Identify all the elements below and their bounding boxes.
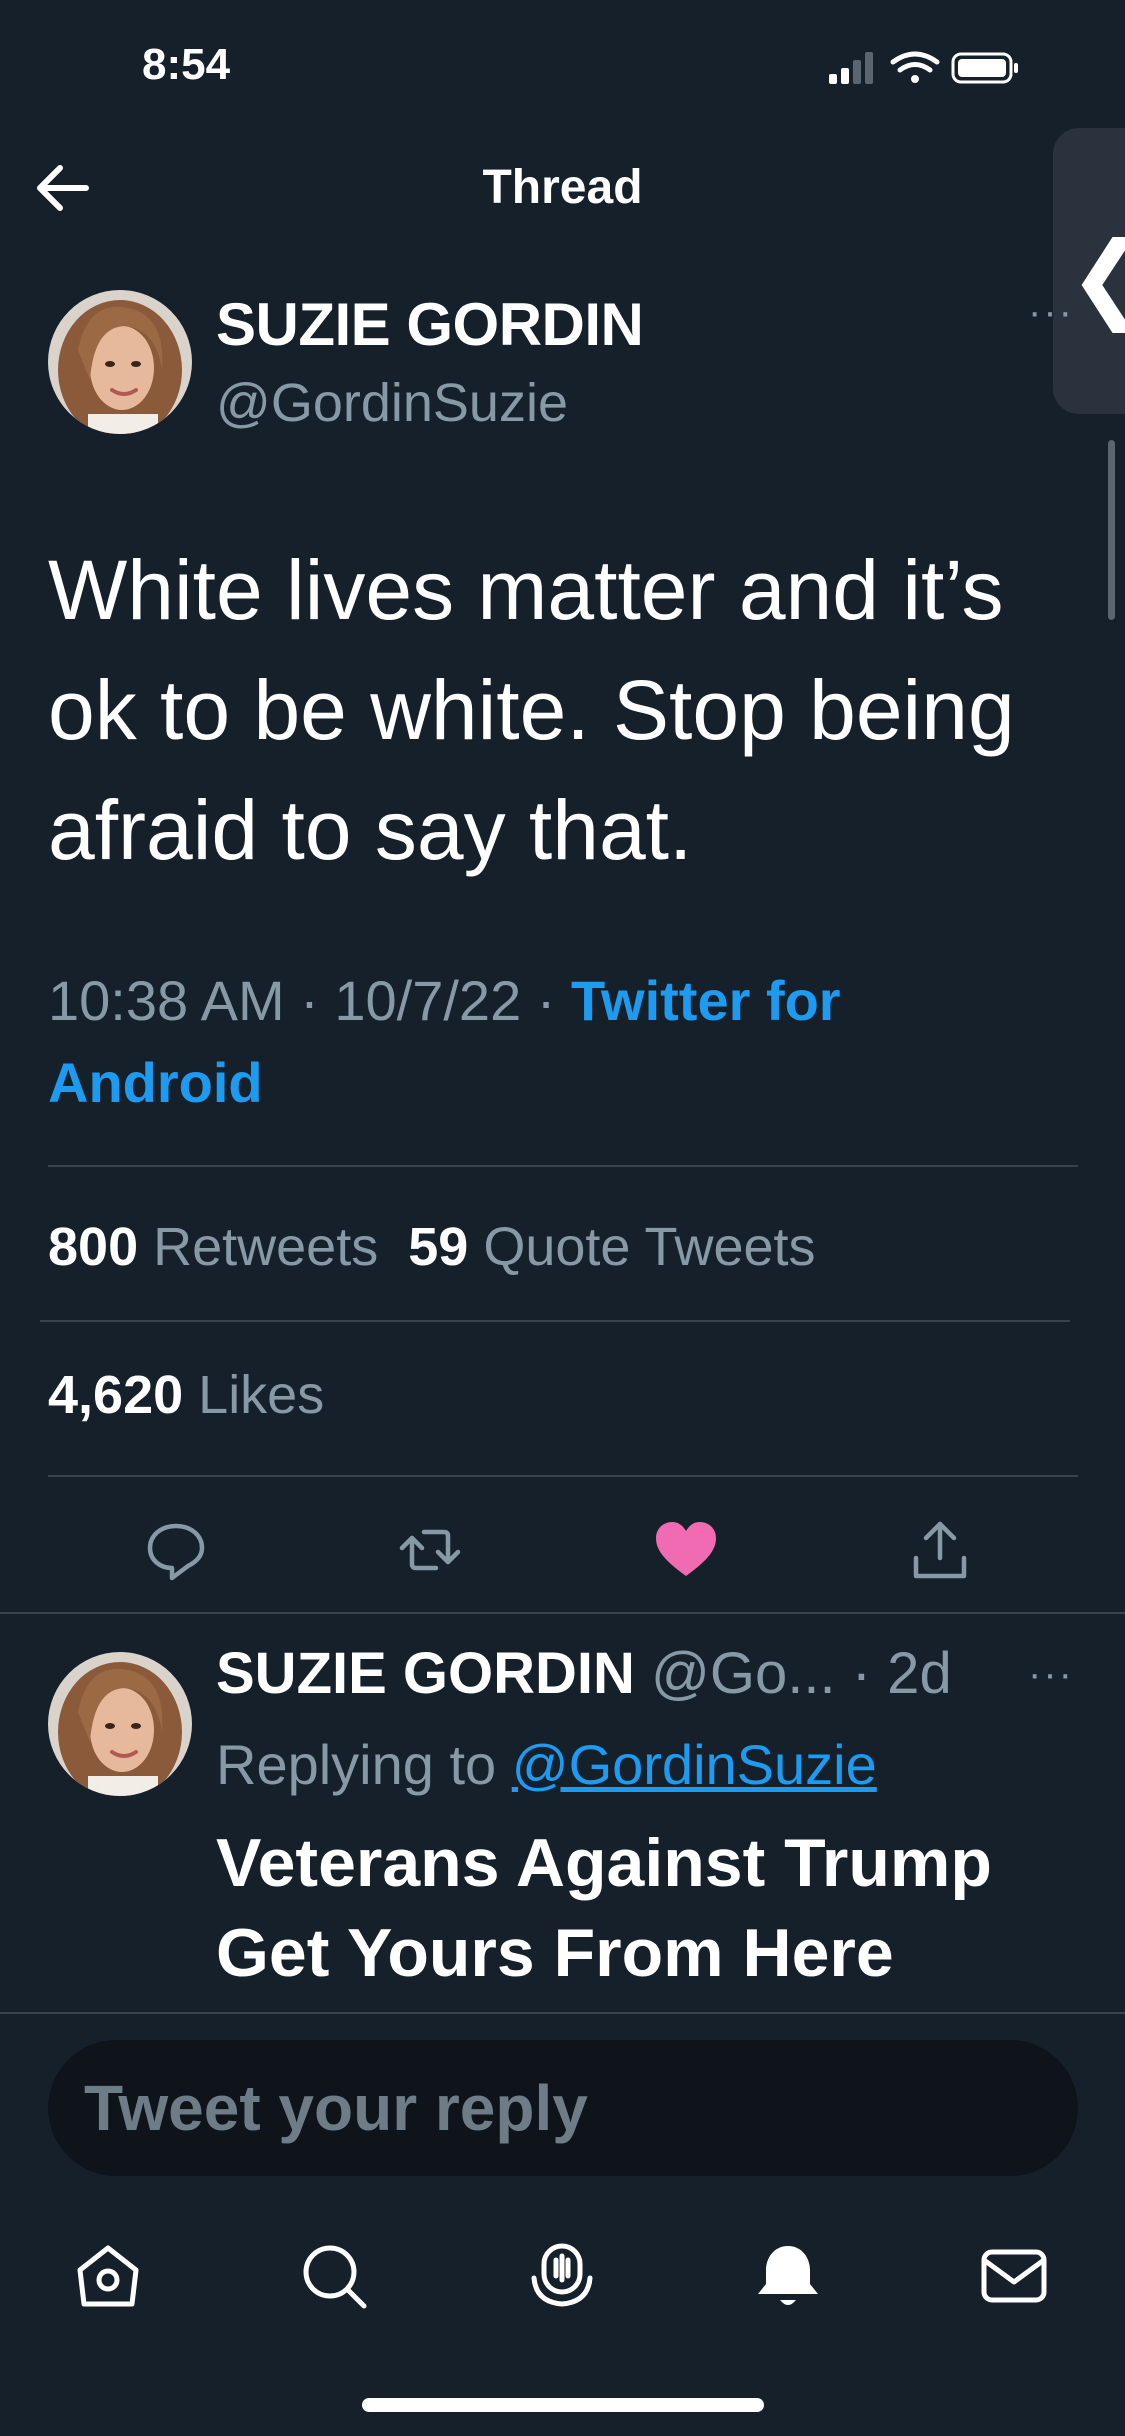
divider [0, 1612, 1125, 1614]
divider [40, 1320, 1070, 1322]
retweet-icon[interactable] [398, 1518, 462, 1582]
tweet-text: White lives matter and it’s ok to be whi… [48, 543, 1015, 877]
page-title: Thread [482, 161, 643, 214]
quotes-count: 59 [408, 1217, 469, 1277]
retweets-count: 800 [48, 1217, 139, 1277]
replying-mention-link[interactable]: @GordinSuzie [512, 1733, 877, 1796]
replying-to: Replying to @GordinSuzie [216, 1732, 877, 1797]
cellular-signal-icon [829, 52, 873, 84]
likes-label: Likes [198, 1365, 325, 1425]
divider [48, 1165, 1078, 1167]
reply-avatar[interactable] [48, 1652, 192, 1796]
home-indicator[interactable] [362, 2398, 764, 2412]
reply-handle-date[interactable]: @Go... · 2d [651, 1641, 952, 1706]
author-name[interactable]: SUZIE GORDIN [216, 290, 644, 359]
reply-text: Veterans Against Trump Get Yours From He… [216, 1825, 992, 1991]
battery-icon [951, 52, 1018, 84]
search-icon[interactable] [298, 2240, 370, 2312]
likes-stat[interactable]: 4,620 Likes [48, 1364, 324, 1426]
reply-header: SUZIE GORDIN @Go... · 2d [216, 1640, 952, 1707]
more-options-icon[interactable]: ··· [1028, 290, 1074, 335]
reply-author-name[interactable]: SUZIE GORDIN [216, 1641, 635, 1706]
replying-prefix: Replying to [216, 1733, 512, 1796]
spaces-icon[interactable] [526, 2240, 598, 2312]
reply-input[interactable] [48, 2040, 1078, 2176]
share-icon[interactable] [908, 1518, 972, 1582]
author-handle[interactable]: @GordinSuzie [216, 372, 568, 434]
heart-icon[interactable] [654, 1518, 718, 1582]
messages-icon[interactable] [978, 2240, 1050, 2312]
scrollbar-thumb[interactable] [1108, 440, 1115, 620]
notifications-icon[interactable] [752, 2240, 824, 2312]
tweet-timestamp[interactable]: 10:38 AM · 10/7/22 · [48, 969, 571, 1032]
avatar[interactable] [48, 290, 192, 434]
home-icon[interactable] [72, 2240, 144, 2312]
tweet-meta: 10:38 AM · 10/7/22 · Twitter for Android [48, 960, 1068, 1124]
retweets-stat[interactable]: 800 Retweets [48, 1217, 378, 1277]
quotes-stat[interactable]: 59 Quote Tweets [408, 1217, 815, 1277]
likes-count: 4,620 [48, 1365, 184, 1425]
reply-icon[interactable] [144, 1518, 208, 1582]
wifi-icon [890, 51, 940, 83]
divider [48, 1475, 1078, 1477]
reply-more-options-icon[interactable]: ··· [1028, 1652, 1074, 1697]
status-time: 8:54 [142, 40, 231, 89]
status-icons [825, 48, 1025, 88]
chevron-left-icon[interactable]: ❮ [1068, 230, 1125, 326]
retweets-label: Retweets [153, 1217, 379, 1277]
quotes-label: Quote Tweets [483, 1217, 816, 1277]
engagement-stats: 800 Retweets 59 Quote Tweets [48, 1216, 816, 1278]
